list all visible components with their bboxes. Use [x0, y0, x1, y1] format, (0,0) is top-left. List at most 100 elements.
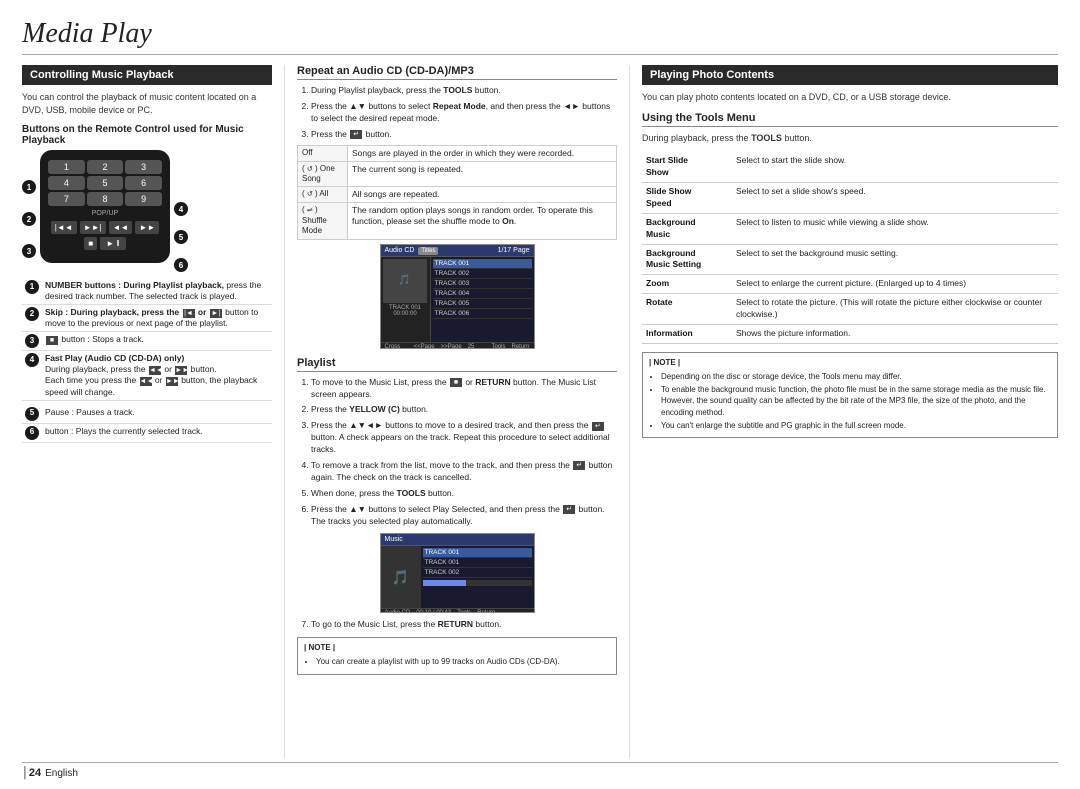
controlling-music-intro: You can control the playback of music co… — [22, 91, 272, 116]
ss-footer-edit: Cross Edit Music — [385, 344, 408, 349]
next-btn: ►►| — [80, 221, 106, 234]
label-3: 3 — [22, 244, 36, 258]
num-grid: 1 2 3 4 5 6 7 8 9 — [48, 160, 162, 206]
ss-footer-prev: <<Page — [414, 344, 435, 349]
playlist-step-7: To go to the Music List, press the RETUR… — [311, 619, 617, 631]
repeat-onesong-desc: The current song is repeated. — [348, 161, 617, 187]
repeat-row-off: Off Songs are played in the order in whi… — [298, 145, 617, 161]
ms-progress-bar — [423, 580, 532, 586]
repeat-all-desc: All songs are repeated. — [348, 187, 617, 203]
ms-header: Music — [381, 534, 534, 546]
tools-menu-table: Start SlideShow Select to start the slid… — [642, 152, 1058, 344]
ss-track-4: TRACK 004 — [433, 289, 532, 299]
label-4: 4 — [174, 202, 188, 216]
ms-album-art: 🎵 — [381, 546, 421, 608]
right-note-list: Depending on the disc or storage device,… — [649, 371, 1051, 431]
middle-note-box: | NOTE | You can create a playlist with … — [297, 637, 617, 674]
right-column: Playing Photo Contents You can play phot… — [642, 65, 1058, 758]
controlling-music-header: Controlling Music Playback — [22, 65, 272, 85]
ms-track-3: TRACK 002 — [423, 568, 532, 578]
middle-column: Repeat an Audio CD (CD-DA)/MP3 During Pl… — [297, 65, 617, 758]
info-row-3: 3 ■ button : Stops a track. — [22, 332, 272, 351]
ms-track-list: TRACK 001 TRACK 001 TRACK 002 — [421, 546, 534, 608]
ms-progress-fill — [423, 580, 467, 586]
ms-footer-time: 00:10 / 00:43 — [416, 610, 451, 613]
repeat-row-shuffle: ( ⇌ ) Shuffle Mode The random option pla… — [298, 203, 617, 239]
tools-desc-bgmusic: Select to listen to music while viewing … — [732, 213, 1058, 244]
repeat-steps-list: During Playlist playback, press the TOOL… — [297, 85, 617, 141]
circle-1: 1 — [25, 280, 39, 294]
ss-track-2: TRACK 002 — [433, 269, 532, 279]
audio-cd-screenshot: Audio CD Titles 1/17 Page 🎵 TRACK 00100:… — [380, 244, 535, 349]
ss-track-1: TRACK 001 — [433, 259, 532, 269]
repeat-step-2: Press the ▲▼ buttons to select Repeat Mo… — [311, 101, 617, 125]
info-text-4: Fast Play (Audio CD (CD-DA) only) During… — [42, 351, 272, 400]
label-5: 5 — [174, 230, 188, 244]
repeat-step-3: Press the ↵ button. — [311, 129, 617, 141]
num-btn-8: 8 — [87, 192, 124, 206]
ms-footer-source: Audio CD — [385, 610, 411, 613]
tools-row-speed: Slide ShowSpeed Select to set a slide sh… — [642, 182, 1058, 213]
tools-key-speed: Slide ShowSpeed — [642, 182, 732, 213]
circle-6: 6 — [25, 426, 39, 440]
playlist-step-2: Press the YELLOW (C) button. — [311, 404, 617, 416]
label-6: 6 — [174, 258, 188, 272]
tools-desc-zoom: Select to enlarge the current picture. (… — [732, 275, 1058, 294]
page-title: Media Play — [22, 18, 1058, 55]
circle-3: 3 — [25, 334, 39, 348]
repeat-all-icon: ( ↺ ) All — [298, 187, 348, 203]
playing-photo-header: Playing Photo Contents — [642, 65, 1058, 85]
circle-4: 4 — [25, 353, 39, 367]
ss-track-5: TRACK 005 — [433, 299, 532, 309]
ss-sidebar: 🎵 TRACK 00100:00:00 — [381, 257, 431, 342]
rew-btn: ◄◄ — [109, 221, 133, 234]
tools-row-rotate: Rotate Select to rotate the picture. (Th… — [642, 294, 1058, 325]
transport-row-2: ■ ► ‖ — [48, 237, 162, 250]
right-note-item-1: Depending on the disc or storage device,… — [661, 371, 1051, 382]
transport-row-1: |◄◄ ►►| ◄◄ ►► — [48, 221, 162, 234]
num-btn-7: 7 — [48, 192, 85, 206]
num-btn-5: 5 — [87, 176, 124, 190]
tools-row-bgmusic-setting: BackgroundMusic Setting Select to set th… — [642, 244, 1058, 275]
ms-track-2: TRACK 001 — [423, 558, 532, 568]
info-row-1: 1 NUMBER buttons : During Playlist playb… — [22, 278, 272, 305]
repeat-off-icon: Off — [298, 145, 348, 161]
repeat-onesong-icon: ( ↺ ) One Song — [298, 161, 348, 187]
ss-footer-return: Return — [511, 344, 529, 349]
repeat-options-table: Off Songs are played in the order in whi… — [297, 145, 617, 240]
ss-header: Audio CD Titles 1/17 Page — [381, 245, 534, 257]
playlist-header: Playlist — [297, 357, 617, 372]
tools-menu-header: Using the Tools Menu — [642, 112, 1058, 127]
repeat-row-onesong: ( ↺ ) One Song The current song is repea… — [298, 161, 617, 187]
ss-page: 1/17 Page — [498, 247, 530, 254]
middle-note-item-1: You can create a playlist with up to 99 … — [316, 656, 610, 667]
repeat-shuffle-desc: The random option plays songs in random … — [348, 203, 617, 239]
right-note-title: | NOTE | — [649, 357, 1051, 368]
num-btn-6: 6 — [125, 176, 162, 190]
info-text-2: Skip : During playback, press the |◄ or … — [42, 305, 272, 332]
circle-5: 5 — [25, 407, 39, 421]
remote-info-table: 1 NUMBER buttons : During Playlist playb… — [22, 278, 272, 400]
playlist-step-3: Press the ▲▼◄► buttons to move to a desi… — [311, 420, 617, 456]
remote-body: 1 2 3 4 5 6 7 8 9 POP/UP |◄◄ ►►| ◄◄ — [40, 150, 170, 263]
tools-row-slideshow: Start SlideShow Select to start the slid… — [642, 152, 1058, 182]
playlist-steps-continued: To remove a track from the list, move to… — [297, 460, 617, 527]
music-screenshot: Music 🎵 TRACK 001 TRACK 001 TRACK 002 Au… — [380, 533, 535, 613]
tools-key-bgmusic: BackgroundMusic — [642, 213, 732, 244]
num-btn-9: 9 — [125, 192, 162, 206]
info-row-6: 6 button : Plays the currently selected … — [22, 423, 272, 442]
repeat-row-all: ( ↺ ) All All songs are repeated. — [298, 187, 617, 203]
ss-track-list: TRACK 001 TRACK 002 TRACK 003 TRACK 004 … — [431, 257, 534, 342]
side-labels-left: 1 2 3 — [22, 150, 36, 258]
page-lang: English — [45, 768, 78, 779]
info-text-1: NUMBER buttons : During Playlist playbac… — [42, 278, 272, 305]
tools-menu-desc: During playback, press the TOOLS button. — [642, 132, 1058, 145]
middle-note-list: You can create a playlist with up to 99 … — [304, 656, 610, 667]
tools-row-bgmusic: BackgroundMusic Select to listen to musi… — [642, 213, 1058, 244]
ss-footer-tracks: 25 Tracks — [468, 344, 486, 349]
label-2: 2 — [22, 212, 36, 226]
ss-content: 🎵 TRACK 00100:00:00 TRACK 001 TRACK 002 … — [381, 257, 534, 342]
ss-footer-tools: Tools — [491, 344, 505, 349]
playlist-step7: To go to the Music List, press the RETUR… — [297, 619, 617, 631]
buttons-subheader: Buttons on the Remote Control used for M… — [22, 124, 272, 146]
